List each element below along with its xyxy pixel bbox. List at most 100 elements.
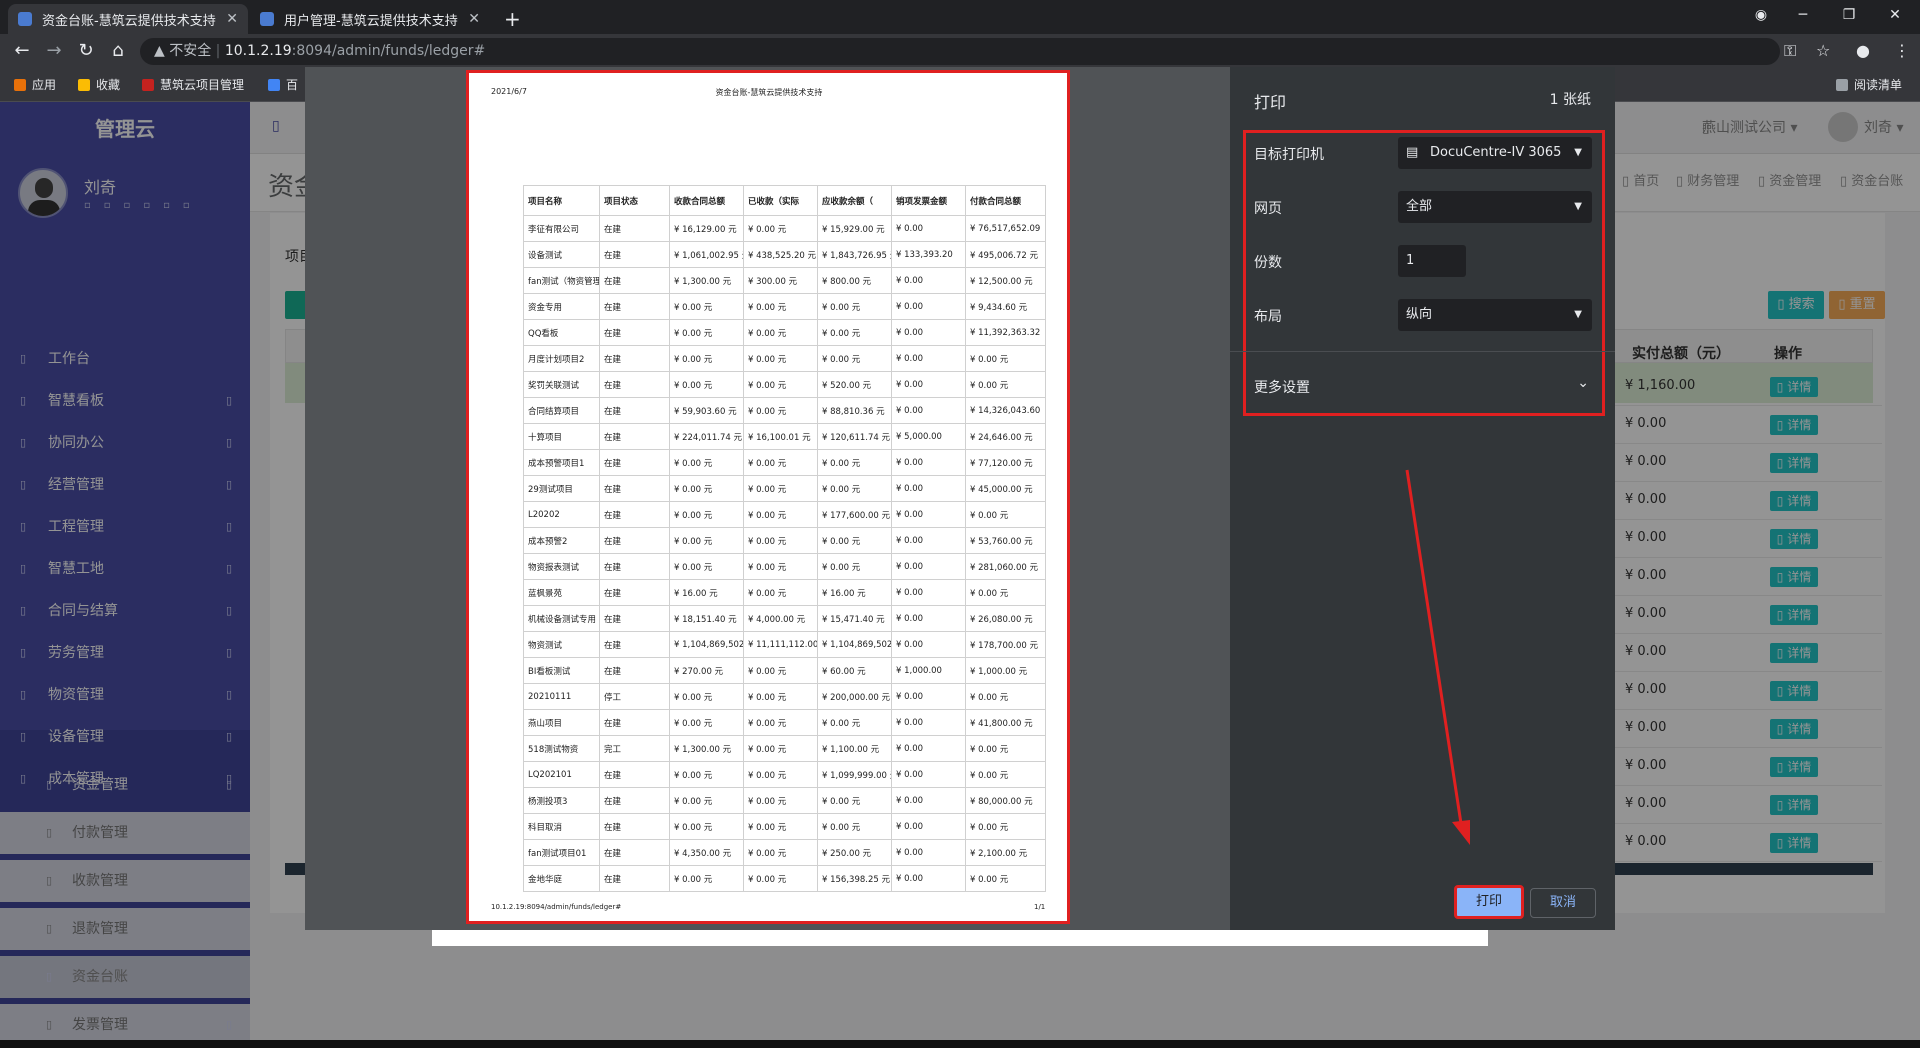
print-cell: ¥ 0.00 元 <box>669 293 744 320</box>
not-secure-label: 不安全 <box>169 43 212 59</box>
print-cell: ¥ 0.00 元 <box>817 813 892 840</box>
print-col-header: 项目名称 <box>523 185 600 216</box>
print-cell: 资金专用 <box>523 293 600 320</box>
print-cell: LQ202101 <box>523 761 600 788</box>
print-cell: 停工 <box>599 683 670 710</box>
browser-tab-active[interactable]: 资金台账-慧筑云提供技术支持 ✕ <box>8 4 248 34</box>
print-cell: ¥ 0.00 <box>891 839 966 866</box>
print-table-row: 成本预警项目1 在建 ¥ 0.00 元 ¥ 0.00 元 ¥ 0.00 元 ¥ 0.00 ¥… <box>523 449 1046 476</box>
site-icon <box>142 79 154 91</box>
print-cell: ¥ 26,080.00 元 <box>965 605 1046 632</box>
print-cell: ¥ 4,350.00 元 <box>669 839 744 866</box>
print-cell: ¥ 45,000.00 元 <box>965 475 1046 502</box>
print-cell: 在建 <box>599 241 670 268</box>
home-icon[interactable]: ⌂ <box>104 34 132 68</box>
bookmark-apps[interactable]: 应用 <box>14 68 56 102</box>
breadcrumb-item[interactable]: ▯ 资金台账 <box>1840 170 1903 189</box>
profile-menu-icon[interactable]: ◉ <box>1738 0 1784 34</box>
chevron-down-icon[interactable]: ⌄ <box>1577 375 1589 391</box>
print-button[interactable]: 打印 <box>1454 885 1524 919</box>
copies-input[interactable]: 1 <box>1398 245 1466 277</box>
browser-tab[interactable]: 用户管理-慧筑云提供技术支持 ✕ <box>250 4 490 34</box>
print-table-row: 金地华庭 在建 ¥ 0.00 元 ¥ 0.00 元 ¥ 156,398.25 元 ¥ 0.… <box>523 865 1046 892</box>
key-icon[interactable]: ⚿ <box>1784 34 1796 68</box>
print-cell: fan测试项目01 <box>523 839 600 866</box>
printer-icon: ▤ <box>1406 145 1419 160</box>
divider <box>1230 351 1615 352</box>
print-cell: 在建 <box>599 579 670 606</box>
bookmark-project-mgmt[interactable]: 慧筑云项目管理 <box>142 68 244 102</box>
print-cell: 在建 <box>599 709 670 736</box>
close-tab-icon[interactable]: ✕ <box>468 11 480 27</box>
print-preview-page: 2021/6/7 资金台账-慧筑云提供技术支持 项目名称 项目状态 收款合同总额 已收… <box>466 70 1070 924</box>
print-cell: 在建 <box>599 371 670 398</box>
print-cell: 在建 <box>599 319 670 346</box>
print-cell: ¥ 0.00 <box>891 293 966 320</box>
print-cell: 29测试项目 <box>523 475 600 502</box>
print-table-row: fan测试项目01 在建 ¥ 4,350.00 元 ¥ 0.00 元 ¥ 250.00 … <box>523 839 1046 866</box>
print-cell: ¥ 156,398.25 元 <box>817 865 892 892</box>
print-cell: ¥ 14,326,043.60 <box>965 397 1046 424</box>
cancel-button[interactable]: 取消 <box>1530 888 1596 918</box>
print-table-row: LQ202101 在建 ¥ 0.00 元 ¥ 0.00 元 ¥ 1,099,999.00… <box>523 761 1046 788</box>
url-input[interactable]: ▲ 不安全 | 10.1.2.19:8094/admin/funds/ledge… <box>140 38 1780 65</box>
print-table-row: 月度计划项目2 在建 ¥ 0.00 元 ¥ 0.00 元 ¥ 0.00 元 ¥ 0.00 ¥… <box>523 345 1046 372</box>
print-col-header: 已收款（实际 <box>743 185 818 216</box>
print-cell: ¥ 0.00 <box>891 761 966 788</box>
reload-icon[interactable]: ↻ <box>72 34 100 68</box>
layout-select[interactable]: 纵向 ▼ <box>1398 299 1592 331</box>
pages-select[interactable]: 全部 ▼ <box>1398 191 1592 223</box>
maximize-icon[interactable]: ❐ <box>1826 0 1872 34</box>
print-table-row: 蓝枫景苑 在建 ¥ 16.00 元 ¥ 0.00 元 ¥ 16.00 元 ¥ 0.00 ¥ … <box>523 579 1046 606</box>
minimize-icon[interactable]: ─ <box>1780 0 1826 34</box>
print-title: 打印 <box>1254 93 1287 112</box>
print-table-row: 成本预警2 在建 ¥ 0.00 元 ¥ 0.00 元 ¥ 0.00 元 ¥ 0.00 ¥ 5… <box>523 527 1046 554</box>
print-table-row: 29测试项目 在建 ¥ 0.00 元 ¥ 0.00 元 ¥ 0.00 元 ¥ 0.00 ¥ … <box>523 475 1046 502</box>
print-cell: ¥ 0.00 <box>891 319 966 346</box>
print-cell: ¥ 0.00 元 <box>669 345 744 372</box>
print-col-header: 收款合同总额 <box>669 185 744 216</box>
print-cell: 在建 <box>599 215 670 242</box>
more-settings-toggle[interactable]: 更多设置 <box>1254 377 1310 397</box>
print-cell: ¥ 53,760.00 元 <box>965 527 1046 554</box>
print-table-row: 杨测投项3 在建 ¥ 0.00 元 ¥ 0.00 元 ¥ 0.00 元 ¥ 0.00 ¥ 8… <box>523 787 1046 814</box>
print-cell: 设备测试 <box>523 241 600 268</box>
print-cell: ¥ 0.00 元 <box>817 293 892 320</box>
print-cell: ¥ 0.00 <box>891 579 966 606</box>
account-icon[interactable]: ● <box>1856 34 1870 68</box>
print-table-row: 资金专用 在建 ¥ 0.00 元 ¥ 0.00 元 ¥ 0.00 元 ¥ 0.00 ¥ 9,… <box>523 293 1046 320</box>
print-cell: ¥ 15,929.00 元 <box>817 215 892 242</box>
print-cell: 科目取消 <box>523 813 600 840</box>
print-cell: 在建 <box>599 527 670 554</box>
browser-menu-icon[interactable]: ⋮ <box>1894 34 1910 68</box>
print-cell: 燕山项目 <box>523 709 600 736</box>
bookmark-star-icon[interactable]: ☆ <box>1816 34 1830 68</box>
print-cell: ¥ 88,810.36 元 <box>817 397 892 424</box>
breadcrumb-item[interactable]: ▯ 首页 <box>1622 170 1659 189</box>
print-cell: ¥ 41,800.00 元 <box>965 709 1046 736</box>
print-cell: 在建 <box>599 293 670 320</box>
bookmark-baidu[interactable]: 百 <box>268 68 298 102</box>
print-cell: ¥ 0.00 元 <box>743 839 818 866</box>
back-icon[interactable]: ← <box>8 34 36 68</box>
print-cell: ¥ 1,099,999.00 元 <box>817 761 892 788</box>
print-cell: ¥ 1,843,726.95 元 <box>817 241 892 268</box>
print-cell: ¥ 177,600.00 元 <box>817 501 892 528</box>
print-cell: ¥ 200,000.00 元 <box>817 683 892 710</box>
reading-list[interactable]: 阅读清单 <box>1836 68 1902 102</box>
forward-icon[interactable]: → <box>40 34 68 68</box>
printer-select[interactable]: ▤ DocuCentre-IV 3065 ▼ <box>1398 137 1592 169</box>
close-window-icon[interactable]: ✕ <box>1872 0 1918 34</box>
breadcrumb-item[interactable]: ▯ 资金管理 <box>1758 170 1821 189</box>
print-cell: ¥ 0.00 元 <box>743 709 818 736</box>
bookmark-favorites[interactable]: 收藏 <box>78 68 120 102</box>
print-cell: 在建 <box>599 761 670 788</box>
print-col-header: 应收款余额（ <box>817 185 892 216</box>
breadcrumb-item[interactable]: ▯ 财务管理 <box>1676 170 1739 189</box>
print-cell: 合同结算项目 <box>523 397 600 424</box>
print-cell: ¥ 300.00 元 <box>743 267 818 294</box>
site-favicon-icon <box>18 12 32 26</box>
new-tab-button[interactable]: + <box>494 4 524 34</box>
print-cell: ¥ 0.00 <box>891 345 966 372</box>
close-tab-icon[interactable]: ✕ <box>226 11 238 27</box>
